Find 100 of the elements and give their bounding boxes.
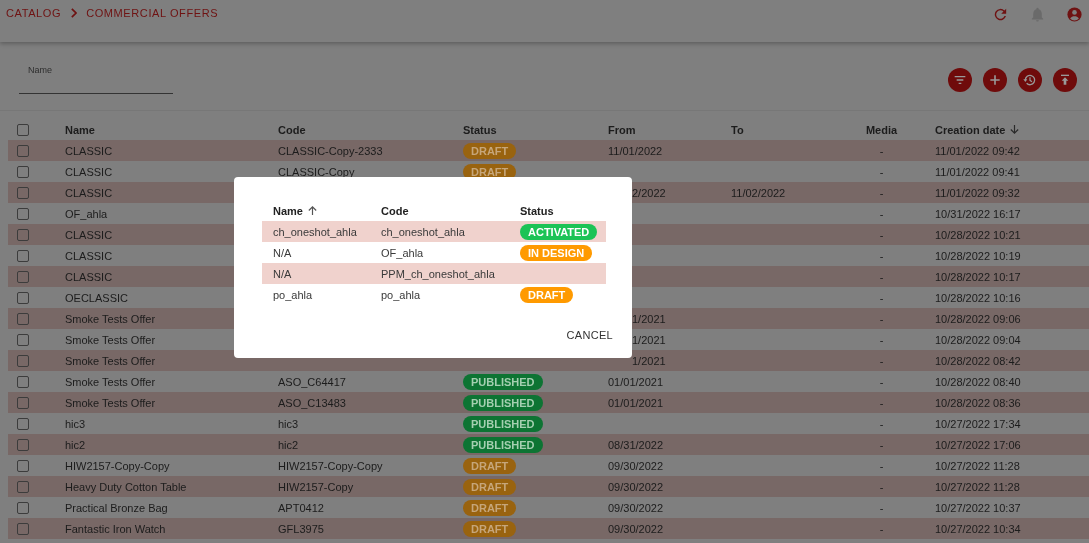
row-checkbox[interactable] <box>17 417 29 430</box>
table-cell: hic2 <box>65 438 86 451</box>
table-cell: hic3 <box>278 417 299 430</box>
row-checkbox[interactable] <box>17 144 29 157</box>
table-cell: OECLASSIC <box>65 291 128 304</box>
table-cell: Smoke Tests Offer <box>65 396 156 409</box>
table-cell: - <box>879 270 884 283</box>
row-checkbox[interactable] <box>17 333 29 346</box>
table-cell: - <box>879 459 884 472</box>
row-checkbox[interactable] <box>17 522 29 535</box>
table-cell: 09/30/2022 <box>608 480 664 493</box>
row-checkbox[interactable] <box>17 501 29 514</box>
dialog-row[interactable]: N/A PPM_ch_oneshot_ahla <box>262 263 606 284</box>
table-cell: ASO_C13483 <box>278 396 346 409</box>
table-cell: 09/30/2022 <box>608 501 664 514</box>
table-cell: GFL3975 <box>278 522 324 535</box>
column-header[interactable]: Status <box>520 204 554 217</box>
table-cell: APT0412 <box>278 501 324 514</box>
row-checkbox[interactable] <box>17 396 29 409</box>
table-cell: N/A <box>273 246 292 259</box>
status-badge: PUBLISHED <box>463 436 543 453</box>
table-cell: 08/31/2022 <box>608 438 664 451</box>
plus-icon <box>987 72 1003 88</box>
breadcrumb-link[interactable]: CATALOG <box>6 7 62 19</box>
table-cell: ch_oneshot_ahla <box>381 225 465 238</box>
table-cell: 10/31/2022 16:17 <box>935 207 1021 220</box>
table-cell: Smoke Tests Offer <box>65 375 156 388</box>
table-cell: - <box>879 354 884 367</box>
status-badge: DRAFT <box>463 142 517 159</box>
table-cell: N/A <box>273 267 292 280</box>
dialog-row[interactable]: N/A OF_ahla IN DESIGN <box>262 242 606 263</box>
table-cell: 11/01/2022 09:42 <box>935 144 1020 157</box>
table-cell: Practical Bronze Bag <box>65 501 168 514</box>
table-cell: Smoke Tests Offer <box>65 333 156 346</box>
cancel-button[interactable]: CANCEL <box>560 325 613 345</box>
name-field[interactable]: Name <box>19 64 173 94</box>
table-cell: 01/01/2021 <box>608 375 664 388</box>
row-checkbox[interactable] <box>17 228 29 241</box>
select-all-checkbox[interactable] <box>17 123 29 136</box>
table-cell: - <box>879 291 884 304</box>
table-cell: CLASSIC <box>65 144 113 157</box>
row-checkbox[interactable] <box>17 165 29 178</box>
column-header[interactable]: From <box>608 123 636 136</box>
table-cell: - <box>879 207 884 220</box>
table-cell: Fantastic Iron Watch <box>65 522 166 535</box>
table-cell: OF_ahla <box>65 207 108 220</box>
status-badge: PUBLISHED <box>463 415 543 432</box>
column-header[interactable]: Name <box>273 204 303 217</box>
table-cell: Smoke Tests Offer <box>65 312 156 325</box>
column-header[interactable]: Creation date <box>935 123 1006 136</box>
breadcrumb-link[interactable]: COMMERCIAL OFFERS <box>86 7 219 19</box>
table-cell: 10/27/2022 11:28 <box>935 459 1020 472</box>
refresh-icon[interactable] <box>992 6 1009 23</box>
column-header[interactable]: Name <box>65 123 95 136</box>
table-cell: 11/01/2022 <box>608 144 663 157</box>
chevron-icon <box>70 8 78 18</box>
upload-button[interactable] <box>1053 68 1077 92</box>
add-button[interactable] <box>983 68 1007 92</box>
dialog-row[interactable]: ch_oneshot_ahla ch_oneshot_ahla ACTIVATED <box>262 221 606 242</box>
table-cell: po_ahla <box>273 288 313 301</box>
dialog-row[interactable]: po_ahla po_ahla DRAFT <box>262 284 606 305</box>
table-cell: 10/28/2022 08:42 <box>935 354 1021 367</box>
row-checkbox[interactable] <box>17 207 29 220</box>
account-icon[interactable] <box>1066 6 1083 23</box>
table-cell: 10/28/2022 10:16 <box>935 291 1021 304</box>
table-cell: ASO_C64417 <box>278 375 346 388</box>
table-cell: - <box>879 249 884 262</box>
table-cell: po_ahla <box>381 288 421 301</box>
table-cell: 1/2021 <box>632 333 666 346</box>
table-cell: 11/02/2022 <box>731 186 786 199</box>
table-cell: 10/28/2022 10:17 <box>935 270 1021 283</box>
row-checkbox[interactable] <box>17 270 29 283</box>
row-checkbox[interactable] <box>17 375 29 388</box>
table-cell: Heavy Duty Cotton Table <box>65 480 187 493</box>
row-checkbox[interactable] <box>17 186 29 199</box>
table-cell: PPM_ch_oneshot_ahla <box>381 267 495 280</box>
column-header[interactable]: Code <box>278 123 306 136</box>
row-checkbox[interactable] <box>17 438 29 451</box>
table-cell: - <box>879 501 884 514</box>
row-checkbox[interactable] <box>17 249 29 262</box>
table-cell: - <box>879 396 884 409</box>
table-cell: - <box>879 438 884 451</box>
row-checkbox[interactable] <box>17 480 29 493</box>
table-cell: CLASSIC <box>65 270 113 283</box>
table-cell: 1/2021 <box>632 312 666 325</box>
column-header[interactable]: Status <box>463 123 497 136</box>
status-badge: DRAFT <box>463 457 517 474</box>
table-cell: HIW2157-Copy <box>278 480 354 493</box>
column-header[interactable]: Media <box>865 123 898 136</box>
row-checkbox[interactable] <box>17 354 29 367</box>
row-checkbox[interactable] <box>17 312 29 325</box>
table-cell: - <box>879 312 884 325</box>
row-checkbox[interactable] <box>17 291 29 304</box>
table-cell: 10/27/2022 17:06 <box>935 438 1021 451</box>
filter-button[interactable] <box>948 68 972 92</box>
table-cell: CLASSIC <box>65 249 113 262</box>
column-header[interactable]: Code <box>381 204 409 217</box>
column-header[interactable]: To <box>731 123 744 136</box>
row-checkbox[interactable] <box>17 459 29 472</box>
history-button[interactable] <box>1018 68 1042 92</box>
